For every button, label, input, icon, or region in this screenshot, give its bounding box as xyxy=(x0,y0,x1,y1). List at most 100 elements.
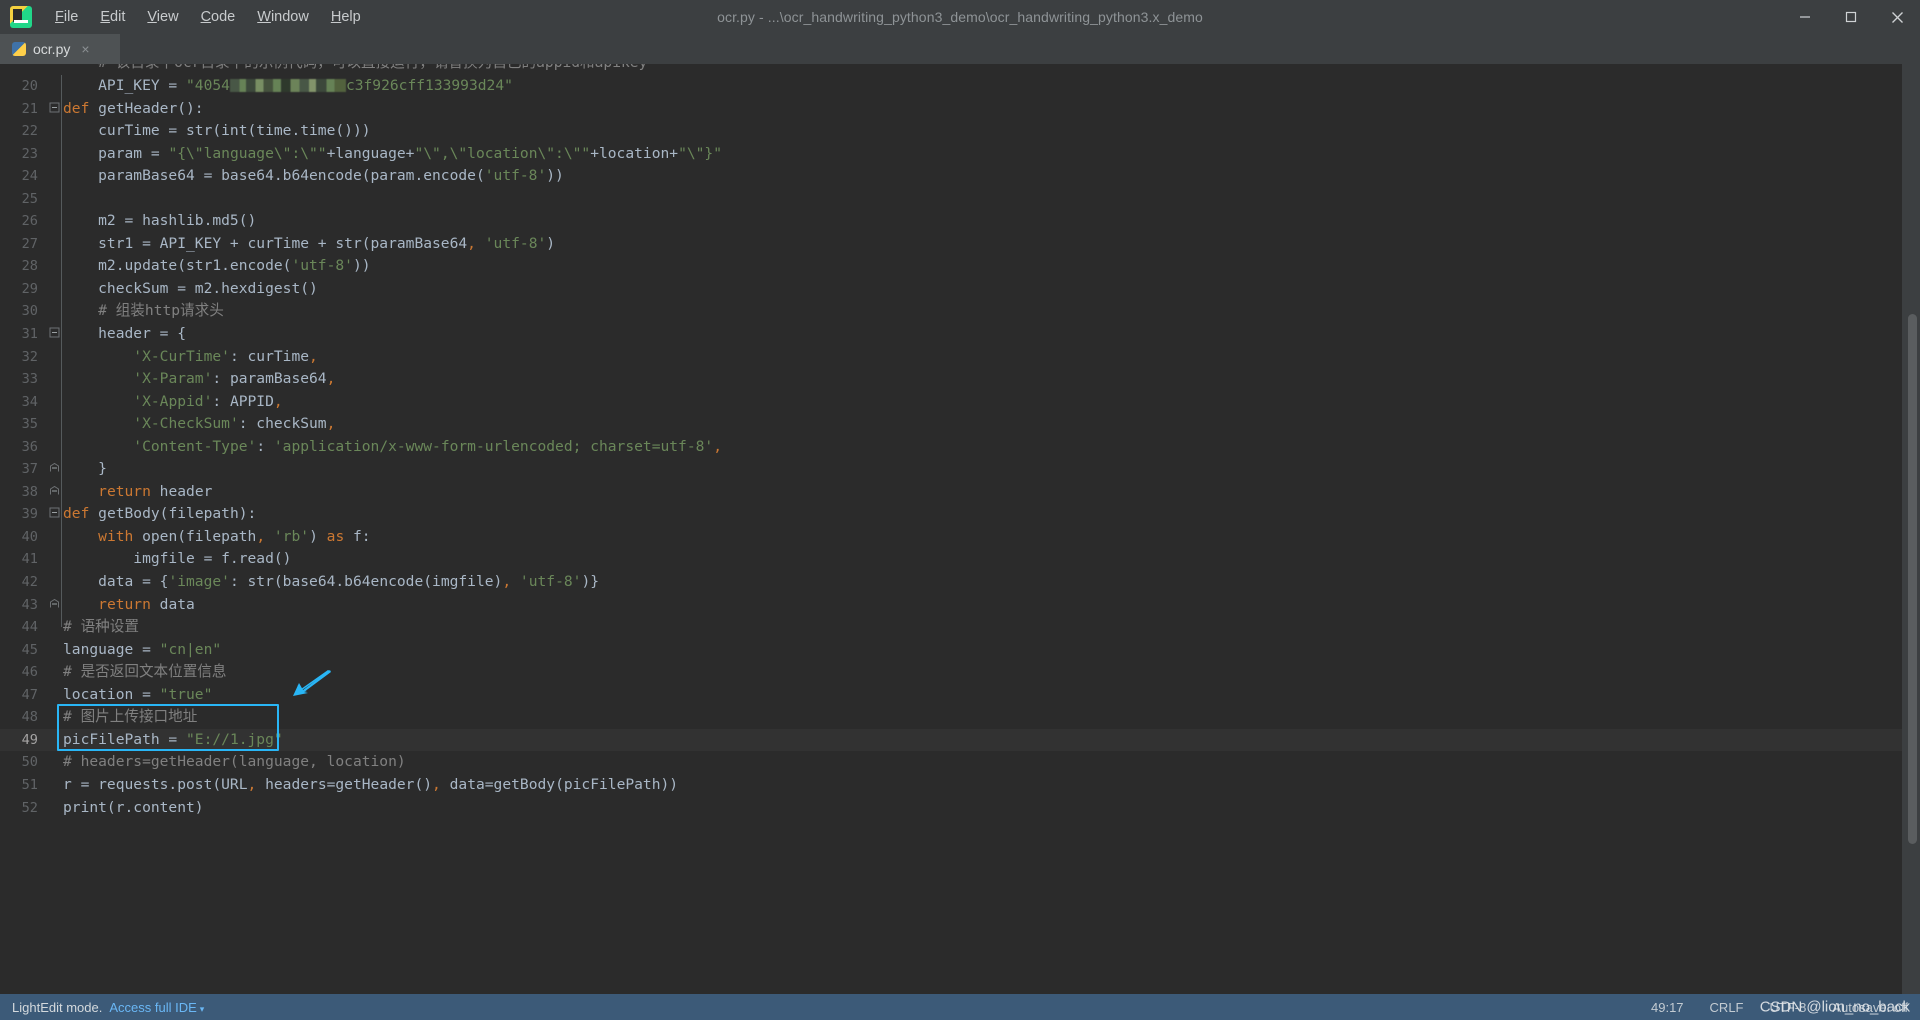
autosave-status[interactable]: Autosave: off xyxy=(1832,1000,1908,1015)
code-editor[interactable]: # 该目录下ocr目录下的示例代码，可以直接运行，请替换为自己的appid和ap… xyxy=(0,64,1902,994)
code-line-39[interactable]: 39 def getBody(filepath): xyxy=(0,503,1902,526)
line-number: 51 xyxy=(21,776,38,793)
code-line-35[interactable]: 35 'X-CheckSum': checkSum, xyxy=(0,413,1902,436)
minimize-button[interactable] xyxy=(1782,0,1828,34)
code-line-24[interactable]: 24 paramBase64 = base64.b64encode(param.… xyxy=(0,165,1902,188)
token: , xyxy=(502,573,512,591)
line-number: 26 xyxy=(21,213,38,230)
code-line-46[interactable]: 46 # 是否返回文本位置信息 xyxy=(0,661,1902,684)
code-line-19[interactable]: # 该目录下ocr目录下的示例代码，可以直接运行，请替换为自己的appid和ap… xyxy=(0,64,1902,75)
code-line-22[interactable]: 22 curTime = str(int(time.time())) xyxy=(0,120,1902,143)
code-line-26[interactable]: 26 m2 = hashlib.md5() xyxy=(0,210,1902,233)
code-line-52[interactable]: 52 print(r.content) xyxy=(0,797,1902,820)
token: : paramBase64 xyxy=(212,370,327,388)
code-line-28[interactable]: 28 m2.update(str1.encode('utf-8')) xyxy=(0,255,1902,278)
code-text: data = {'image': str(base64.b64encode(im… xyxy=(61,571,1902,594)
menu-item-view[interactable]: View xyxy=(136,4,189,30)
code-line-29[interactable]: 29 checkSum = m2.hexdigest() xyxy=(0,278,1902,301)
menu-item-code[interactable]: Code xyxy=(190,4,247,30)
code-line-21[interactable]: 21 def getHeader(): xyxy=(0,98,1902,121)
code-line-47[interactable]: 47 location = "true" xyxy=(0,684,1902,707)
line-separator[interactable]: CRLF xyxy=(1710,1000,1744,1015)
access-full-ide-label: Access full IDE xyxy=(109,999,197,1015)
menu-item-window[interactable]: Window xyxy=(246,4,320,30)
code-text: # 该目录下ocr目录下的示例代码，可以直接运行，请替换为自己的appid和ap… xyxy=(61,64,1902,75)
token: language = xyxy=(63,640,160,658)
code-line-42[interactable]: 42 data = {'image': str(base64.b64encode… xyxy=(0,571,1902,594)
token: # 组装http请求头 xyxy=(63,302,224,320)
line-number: 23 xyxy=(21,145,38,162)
code-text: # 语种设置 xyxy=(61,616,1902,639)
code-line-38[interactable]: 38 return header xyxy=(0,481,1902,504)
menu-item-edit[interactable]: Edit xyxy=(89,4,136,30)
token: 'application/x-www-form-urlencoded; char… xyxy=(273,437,714,455)
code-line-41[interactable]: 41 imgfile = f.read() xyxy=(0,548,1902,571)
editor-scrollbar[interactable] xyxy=(1902,64,1920,994)
code-line-45[interactable]: 45 language = "cn|en" xyxy=(0,639,1902,662)
code-line-36[interactable]: 36 'Content-Type': 'application/x-www-fo… xyxy=(0,436,1902,459)
code-line-27[interactable]: 27 str1 = API_KEY + curTime + str(paramB… xyxy=(0,233,1902,256)
code-line-44[interactable]: 44 # 语种设置 xyxy=(0,616,1902,639)
token: # 是否返回文本位置信息 xyxy=(63,663,227,681)
menu-label-edit: dit xyxy=(110,9,126,25)
code-line-49[interactable]: 49 picFilePath = "E://1.jpg" xyxy=(0,728,1902,752)
code-line-25[interactable]: 25 xyxy=(0,188,1902,211)
code-line-20[interactable]: 20 API_KEY = "4054 c3f926cff133993d24" xyxy=(0,75,1902,98)
code-line-31[interactable]: 31 header = { xyxy=(0,323,1902,346)
token: } xyxy=(63,460,107,478)
fold-marker-icon[interactable] xyxy=(47,503,61,526)
token: getHeader xyxy=(98,99,178,117)
code-text: # 图片上传接口地址 xyxy=(61,706,1902,729)
line-number: 31 xyxy=(21,326,38,343)
fold-marker-icon[interactable] xyxy=(47,323,61,346)
code-line-48[interactable]: 48 # 图片上传接口地址 xyxy=(0,706,1902,729)
close-icon[interactable]: × xyxy=(81,42,89,56)
menu-item-file[interactable]: File xyxy=(44,4,89,30)
fold-marker-icon[interactable] xyxy=(47,98,61,121)
file-encoding[interactable]: UTF-8 xyxy=(1770,1000,1807,1015)
maximize-button[interactable] xyxy=(1828,0,1874,34)
fold-marker-icon[interactable] xyxy=(47,594,61,617)
token: 'utf-8' xyxy=(291,257,353,275)
caret-position[interactable]: 49:17 xyxy=(1651,1000,1684,1015)
code-line-33[interactable]: 33 'X-Param': paramBase64, xyxy=(0,368,1902,391)
close-button[interactable] xyxy=(1874,0,1920,34)
code-text: return header xyxy=(61,481,1902,504)
code-line-30[interactable]: 30 # 组装http请求头 xyxy=(0,300,1902,323)
token: +language+ xyxy=(326,144,415,162)
token: 'Content-Type' xyxy=(133,437,257,455)
code-line-34[interactable]: 34 'X-Appid': APPID, xyxy=(0,391,1902,414)
scrollbar-thumb[interactable] xyxy=(1908,314,1917,844)
access-full-ide-link[interactable]: Access full IDE ▾ xyxy=(109,1000,204,1015)
code-text: } xyxy=(61,458,1902,481)
token: # headers=getHeader(language, location) xyxy=(63,753,406,771)
code-line-51[interactable]: 51 r = requests.post(URL, headers=getHead… xyxy=(0,774,1902,797)
code-text: paramBase64 = base64.b64encode(param.enc… xyxy=(61,165,1902,188)
token: 'X-CheckSum' xyxy=(133,415,239,433)
menu-item-help[interactable]: Help xyxy=(320,4,372,30)
code-line-40[interactable]: 40 with open(filepath, 'rb') as f: xyxy=(0,526,1902,549)
token: imgfile = f.read() xyxy=(63,550,292,568)
token: , xyxy=(247,775,257,793)
code-line-43[interactable]: 43 return data xyxy=(0,594,1902,617)
code-text: # 是否返回文本位置信息 xyxy=(61,661,1902,684)
fold-marker-icon[interactable] xyxy=(47,481,61,504)
token: def xyxy=(63,505,99,523)
line-number: 36 xyxy=(21,438,38,455)
token: , xyxy=(273,392,283,410)
tab-ocr-py[interactable]: ocr.py × xyxy=(0,34,120,64)
code-line-32[interactable]: 32 'X-CurTime': curTime, xyxy=(0,346,1902,369)
code-text: header = { xyxy=(61,323,1902,346)
code-line-50[interactable]: 50 # headers=getHeader(language, location… xyxy=(0,751,1902,774)
token: picFilePath = xyxy=(63,730,187,748)
lightedit-mode-label: LightEdit mode. xyxy=(12,999,103,1015)
fold-marker-icon[interactable] xyxy=(47,458,61,481)
code-text: picFilePath = "E://1.jpg" xyxy=(61,729,1902,752)
tab-label: ocr.py xyxy=(33,41,71,57)
code-line-37[interactable]: 37 } xyxy=(0,458,1902,481)
code-line-23[interactable]: 23 param = "{\"language\":\""+language+"… xyxy=(0,143,1902,166)
menu-label-window: indow xyxy=(270,9,309,25)
